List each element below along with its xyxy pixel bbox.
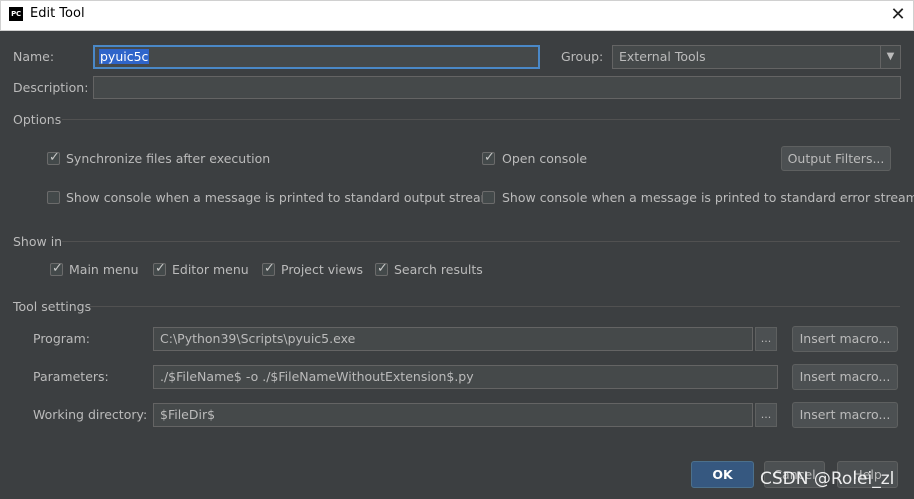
parameters-label: Parameters:: [33, 369, 109, 384]
project-views-label: Project views: [281, 262, 364, 277]
show-console-stderr-checkbox[interactable]: [482, 191, 495, 204]
workdir-label: Working directory:: [33, 407, 148, 422]
program-input[interactable]: C:\Python39\Scripts\pyuic5.exe: [153, 327, 753, 351]
chevron-down-icon[interactable]: ▼: [880, 46, 900, 68]
name-input-value: pyuic5c: [99, 49, 150, 64]
name-input[interactable]: pyuic5c: [93, 45, 540, 69]
close-icon[interactable]: ✕: [888, 4, 908, 26]
show-console-stdout-label: Show console when a message is printed t…: [66, 190, 493, 205]
watermark-text: CSDN @Rolei_zl: [760, 469, 895, 489]
name-label: Name:: [13, 49, 55, 64]
editor-menu-label: Editor menu: [172, 262, 249, 277]
group-select[interactable]: External Tools: [612, 45, 901, 69]
group-select-value: External Tools: [619, 49, 706, 64]
search-results-checkbox[interactable]: [375, 261, 388, 276]
project-views-checkbox[interactable]: [262, 261, 275, 276]
show-in-divider: [62, 241, 900, 242]
program-insert-macro-button[interactable]: Insert macro...: [792, 326, 898, 352]
options-divider: [62, 119, 900, 120]
group-label: Group:: [561, 49, 604, 64]
show-console-stderr-label: Show console when a message is printed t…: [502, 190, 914, 205]
program-label: Program:: [33, 331, 90, 346]
tool-settings-heading: Tool settings: [13, 299, 92, 314]
output-filters-button[interactable]: Output Filters...: [781, 146, 891, 171]
description-label: Description:: [13, 80, 89, 95]
ok-button[interactable]: OK: [691, 461, 754, 488]
workdir-input[interactable]: $FileDir$: [153, 403, 753, 427]
main-menu-checkbox[interactable]: [50, 261, 63, 276]
tool-settings-divider: [88, 306, 900, 307]
show-in-heading: Show in: [13, 234, 63, 249]
parameters-insert-macro-button[interactable]: Insert macro...: [792, 364, 898, 390]
window-title: Edit Tool: [30, 6, 85, 21]
program-browse-button[interactable]: ...: [755, 327, 777, 351]
show-console-stdout-checkbox[interactable]: [47, 191, 60, 204]
workdir-browse-button[interactable]: ...: [755, 403, 777, 427]
sync-files-label: Synchronize files after execution: [66, 151, 271, 166]
main-menu-label: Main menu: [69, 262, 139, 277]
pycharm-app-icon: PC: [9, 7, 23, 21]
sync-files-checkbox[interactable]: [47, 150, 60, 165]
open-console-label: Open console: [502, 151, 588, 166]
workdir-insert-macro-button[interactable]: Insert macro...: [792, 402, 898, 428]
open-console-checkbox[interactable]: [482, 150, 495, 165]
options-heading: Options: [13, 112, 62, 127]
parameters-input[interactable]: ./$FileName$ -o ./$FileNameWithoutExtens…: [153, 365, 778, 389]
search-results-label: Search results: [394, 262, 483, 277]
editor-menu-checkbox[interactable]: [153, 261, 166, 276]
description-input[interactable]: [93, 76, 901, 99]
title-bar: [0, 0, 914, 31]
